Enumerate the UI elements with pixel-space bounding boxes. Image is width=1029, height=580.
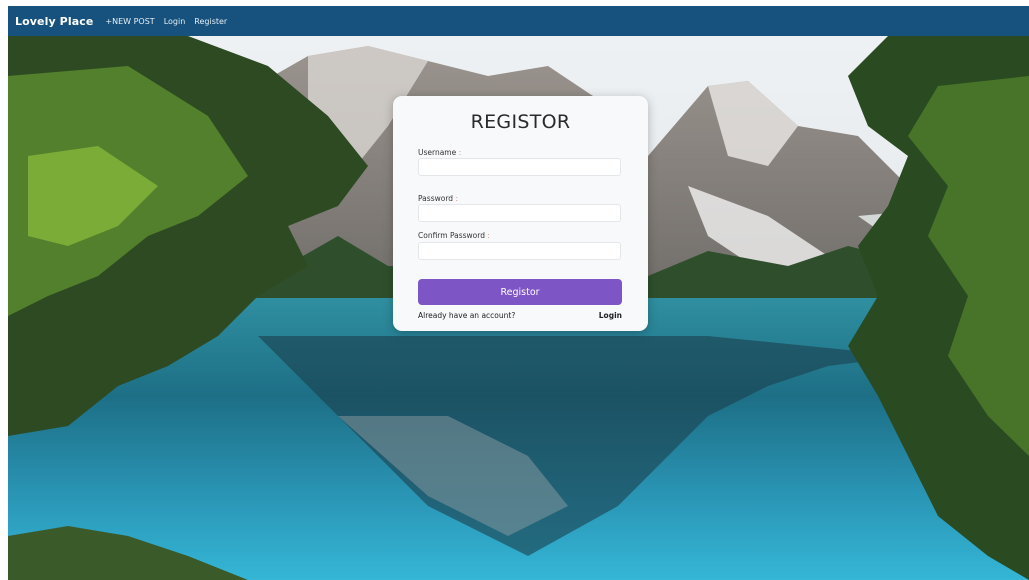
brand-logo[interactable]: Lovely Place [15,15,93,28]
password-label-colon: : [455,194,458,203]
confirm-password-label-text: Confirm Password [418,231,485,240]
nav-new-post[interactable]: +NEW POST [105,17,154,26]
username-input[interactable] [418,158,621,176]
confirm-password-label: Confirm Password : [418,231,490,241]
username-label: Username : [418,148,461,158]
nav-login[interactable]: Login [164,17,186,26]
nav-register[interactable]: Register [194,17,227,26]
password-input[interactable] [418,204,621,222]
confirm-password-input[interactable] [418,242,621,260]
password-label: Password : [418,194,458,204]
navbar: Lovely Place +NEW POST Login Register [8,6,1029,36]
confirm-password-label-colon: : [487,231,490,240]
login-link[interactable]: Login [599,311,622,320]
password-label-text: Password [418,194,454,203]
register-card: REGISTOR Username : Password : Confirm P… [393,96,648,331]
form-title: REGISTOR [470,111,571,133]
username-label-colon: : [458,148,462,157]
account-prompt-text: Already have an account? [418,311,516,320]
register-button[interactable]: Registor [418,279,622,305]
username-label-text: Username [418,148,457,157]
login-prompt-row: Already have an account? Login [418,311,622,320]
page: Lovely Place +NEW POST Login Register RE… [0,0,1029,580]
